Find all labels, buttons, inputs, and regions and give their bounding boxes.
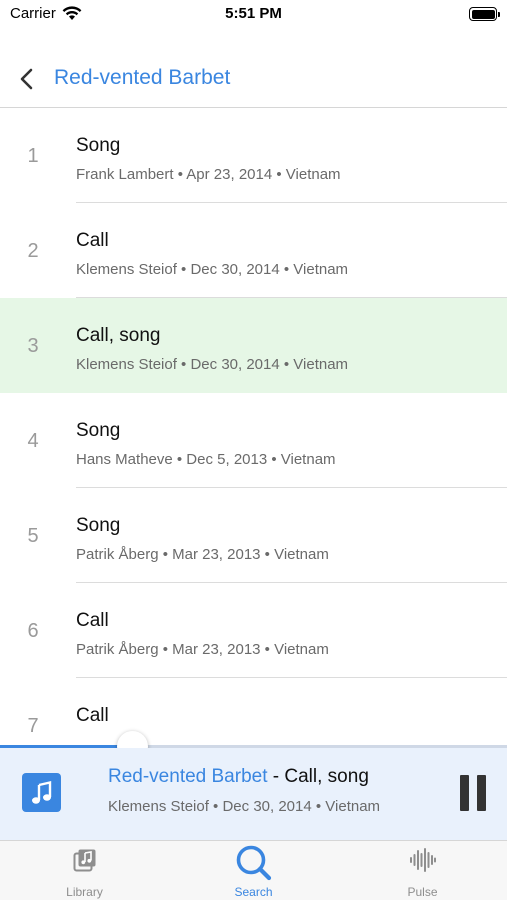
recording-index: 2 — [27, 240, 39, 262]
recording-details: Hans Matheve • Dec 5, 2013 • Vietnam — [76, 451, 336, 468]
player-title-separator: - — [267, 766, 285, 787]
recording-row[interactable]: 2 Call Klemens Steiof • Dec 30, 2014 • Vie… — [0, 203, 507, 298]
library-icon — [73, 849, 95, 872]
recording-details: Patrik Åberg • Mar 23, 2013 • Vietnam — [76, 546, 329, 563]
battery-icon — [469, 7, 500, 21]
tab-library[interactable]: Library — [0, 841, 169, 900]
now-playing-bar[interactable]: Red-vented Barbet - Call, song Klemens S… — [0, 748, 507, 840]
recording-details: Klemens Steiof • Dec 30, 2014 • Vietnam — [76, 356, 349, 373]
recording-type: Song — [76, 135, 121, 156]
recording-index: 5 — [27, 525, 39, 547]
recording-type: Call — [76, 705, 109, 726]
recording-type: Call, song — [76, 325, 161, 346]
pause-icon — [460, 775, 469, 811]
recording-index: 4 — [27, 430, 39, 452]
search-icon — [236, 845, 271, 881]
status-time: 5:51 PM — [225, 5, 282, 22]
recording-type: Song — [76, 515, 121, 536]
recording-row[interactable]: 1 Song Frank Lambert • Apr 23, 2014 • Viet… — [0, 108, 507, 203]
recording-index: 3 — [27, 335, 39, 357]
recording-index: 1 — [27, 145, 39, 167]
tab-pulse[interactable]: Pulse — [338, 841, 507, 900]
player-artwork — [22, 773, 61, 812]
pause-button[interactable] — [460, 775, 488, 811]
tab-search[interactable]: Search — [169, 841, 338, 900]
waveform-icon — [409, 848, 436, 872]
tab-library-label: Library — [66, 885, 103, 899]
recording-row[interactable]: 4 Song Hans Matheve • Dec 5, 2013 • Vietna… — [0, 393, 507, 488]
recording-list: 1 Song Frank Lambert • Apr 23, 2014 • Viet… — [0, 108, 507, 748]
chevron-left-icon — [20, 68, 33, 90]
music-note-icon — [31, 780, 51, 804]
recording-details: Klemens Steiof • Dec 30, 2014 • Vietnam — [76, 261, 349, 278]
status-bar: Carrier 5:51 PM — [0, 0, 507, 30]
player-species: Red-vented Barbet — [108, 766, 268, 787]
page-title: Red-vented Barbet — [54, 66, 231, 89]
recording-type: Call — [76, 230, 109, 251]
back-button[interactable] — [14, 64, 42, 94]
navigation-bar: Red-vented Barbet — [0, 50, 507, 108]
tab-search-label: Search — [234, 885, 273, 899]
recording-row[interactable]: 3 Call, song Klemens Steiof • Dec 30, 2014… — [0, 298, 507, 393]
recording-details: Patrik Åberg • Mar 23, 2013 • Vietnam — [76, 641, 329, 658]
tab-pulse-label: Pulse — [407, 885, 438, 899]
player-title: Red-vented Barbet - Call, song — [108, 766, 369, 788]
recording-row[interactable]: 7 Call — [0, 678, 507, 748]
player-recording-type: Call, song — [284, 766, 369, 787]
recording-details: Frank Lambert • Apr 23, 2014 • Vietnam — [76, 166, 341, 183]
recording-row[interactable]: 5 Song Patrik Åberg • Mar 23, 2013 • Vietn… — [0, 488, 507, 583]
recording-index: 6 — [27, 620, 39, 642]
tab-bar: Library Search Pulse — [0, 840, 507, 900]
recording-index: 7 — [27, 715, 39, 737]
recording-type: Call — [76, 610, 109, 631]
recording-row[interactable]: 6 Call Patrik Åberg • Mar 23, 2013 • Vietn… — [0, 583, 507, 678]
recording-type: Song — [76, 420, 121, 441]
player-details: Klemens Steiof • Dec 30, 2014 • Vietnam — [108, 798, 381, 815]
